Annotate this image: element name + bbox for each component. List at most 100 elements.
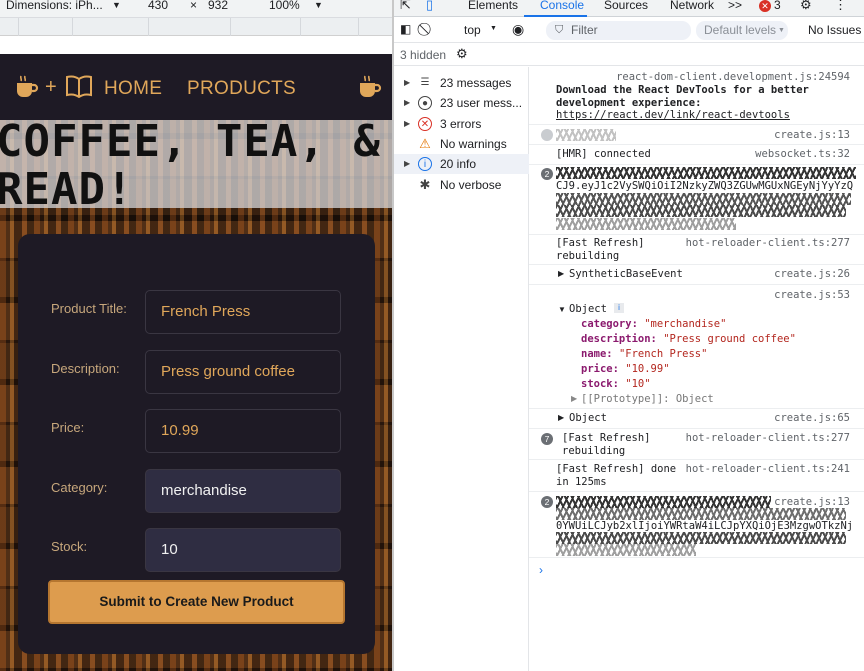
sidebar-item-verbose[interactable]: ✱ No verbose (394, 175, 529, 195)
info-icon[interactable]: i (614, 303, 624, 313)
repeat-badge (541, 129, 553, 141)
sidebar-item-user-messages[interactable]: ▶ ● 23 user mess... (394, 93, 529, 113)
expand-arrow-icon[interactable]: ▶ (558, 412, 564, 425)
console-message: [Fast Refresh] rebuilding hot-reloader-c… (529, 235, 864, 265)
more-options-icon[interactable]: ⋮ (834, 0, 847, 13)
sidebar-item-errors[interactable]: ▶ ✕ 3 errors (394, 114, 529, 134)
eye-icon[interactable]: ◉ (512, 21, 524, 38)
source-link[interactable]: create.js:13 (774, 129, 850, 142)
console-message: [HMR] connected websocket.ts:32 (529, 145, 864, 165)
error-icon: ✕ (418, 117, 432, 131)
devtools-tabbar: ⇱ ▯ Elements Console Sources Network >> … (394, 0, 864, 17)
price-input[interactable]: 10.99 (145, 409, 341, 453)
react-devtools-link[interactable]: https://react.dev/link/react-devtools (556, 109, 790, 122)
sidebar-item-messages[interactable]: ▶ ☰ 23 messages (394, 73, 529, 93)
console-message: [Fast Refresh] done in 125ms hot-reloade… (529, 460, 864, 492)
device-toggle-icon[interactable]: ▯ (426, 0, 433, 13)
error-count[interactable]: 3 (774, 0, 781, 12)
tab-console[interactable]: Console (540, 0, 584, 12)
chevron-down-icon[interactable]: ▼ (490, 25, 497, 32)
expand-arrow-icon[interactable]: ▶ (558, 268, 564, 281)
source-link[interactable]: create.js:65 (774, 412, 850, 425)
source-link[interactable]: create.js:13 (774, 496, 850, 509)
repeat-badge: 7 (541, 433, 553, 445)
source-link[interactable]: hot-reloader-client.ts:277 (686, 237, 850, 250)
redacted-text (556, 218, 736, 230)
redacted-text (556, 193, 851, 205)
console-message[interactable]: ▶ SyntheticBaseEvent create.js:26 (529, 265, 864, 285)
error-icon[interactable]: ✕ (759, 0, 771, 12)
coffee-cup-icon[interactable] (358, 74, 382, 100)
source-link[interactable]: create.js:53 (774, 289, 850, 302)
chevron-down-icon[interactable]: ▼ (314, 0, 323, 10)
bug-icon: ✱ (419, 177, 431, 192)
source-link[interactable]: websocket.ts:32 (755, 148, 850, 161)
console-message: 2 create.js:13 0YWUiLCJyb2xlIjoiYWRtaW4i… (529, 492, 864, 558)
collapse-arrow-icon[interactable]: ▼ (558, 304, 566, 317)
levels-select[interactable]: Default levels ▼ (696, 21, 788, 40)
source-link[interactable]: react-dom-client.development.js:24594 (616, 71, 850, 84)
repeat-badge: 2 (541, 168, 553, 180)
more-tabs-button[interactable]: >> (728, 0, 742, 12)
console-message: create.js:13 (529, 125, 864, 145)
info-icon: i (418, 157, 432, 171)
hidden-count: 3 hidden (400, 48, 447, 62)
console-prompt-icon[interactable]: › (539, 564, 543, 577)
submit-button[interactable]: Submit to Create New Product (48, 580, 345, 624)
product-title-input[interactable]: French Press (145, 290, 341, 334)
console-toolbar: ◧ ⃠ top ▼ ◉ ⛉ Filter Default levels ▼ No… (394, 18, 864, 43)
stock-label: Stock: (51, 539, 88, 554)
redacted-text (556, 532, 846, 544)
category-input[interactable]: merchandise (145, 469, 341, 513)
sidebar-item-info[interactable]: ▶ i 20 info (394, 154, 529, 174)
zoom-select[interactable]: 100% (269, 0, 300, 12)
context-select[interactable]: top (464, 23, 481, 37)
console-object-expanded: create.js:53 ▼ Object i category: "merch… (529, 285, 864, 409)
source-link[interactable]: hot-reloader-client.ts:277 (686, 432, 850, 445)
repeat-badge: 2 (541, 496, 553, 508)
dimensions-select[interactable]: Dimensions: iPh... (6, 0, 103, 12)
tab-elements[interactable]: Elements (468, 0, 518, 12)
category-label: Category: (51, 480, 108, 495)
source-link[interactable]: create.js:26 (774, 268, 850, 281)
redacted-text (556, 167, 856, 179)
ruler (0, 17, 392, 36)
console-sidebar: ▶ ☰ 23 messages ▶ ● 23 user mess... ▶ ✕ 3 e… (394, 67, 529, 671)
device-toolbar: Dimensions: iPh... ▼ 430 × 932 100% ▼ (0, 0, 392, 36)
warning-icon: ⚠ (419, 136, 431, 151)
width-input[interactable]: 430 (148, 0, 168, 12)
console-message[interactable]: ▶ Object create.js:65 (529, 409, 864, 429)
devtools-panel: ⇱ ▯ Elements Console Sources Network >> … (394, 0, 864, 671)
nav-products-link[interactable]: PRODUCTS (187, 78, 296, 100)
filter-input[interactable]: ⛉ Filter (546, 21, 691, 40)
coffee-cup-icon[interactable] (14, 74, 40, 100)
gear-icon[interactable]: ⚙ (456, 46, 468, 62)
nav-home-link[interactable]: HOME (104, 78, 162, 100)
tab-network[interactable]: Network (670, 0, 714, 12)
user-icon: ● (418, 96, 432, 110)
description-input[interactable]: Press ground coffee (145, 350, 341, 394)
sidebar-item-warnings[interactable]: ⚠ No warnings (394, 134, 529, 154)
navbar: + HOME PRODUCTS (0, 54, 392, 120)
redacted-text (556, 544, 696, 556)
app-viewport: + HOME PRODUCTS COFFEE, TEA, & READ! Pro… (0, 36, 392, 671)
gear-icon[interactable]: ⚙ (800, 0, 812, 13)
hero-banner: COFFEE, TEA, & READ! (0, 118, 392, 214)
console-message: react-dom-client.development.js:24594 Do… (529, 67, 864, 125)
product-title-label: Product Title: (51, 301, 127, 316)
stock-input[interactable]: 10 (145, 528, 341, 572)
chevron-down-icon[interactable]: ▼ (112, 0, 121, 10)
expand-arrow-icon[interactable]: ▶ (571, 393, 577, 406)
height-input[interactable]: 932 (208, 0, 228, 12)
console-log: react-dom-client.development.js:24594 Do… (529, 67, 864, 671)
issues-button[interactable]: No Issues (808, 23, 861, 37)
tab-sources[interactable]: Sources (604, 0, 648, 12)
source-link[interactable]: hot-reloader-client.ts:241 (686, 463, 850, 476)
hidden-bar: 3 hidden ⚙ (394, 44, 864, 66)
redacted-text (556, 508, 846, 520)
sidebar-toggle-icon[interactable]: ◧ (400, 22, 411, 36)
inspect-icon[interactable]: ⇱ (400, 0, 411, 13)
open-book-icon[interactable] (65, 74, 93, 98)
description-label: Description: (51, 361, 120, 376)
filter-icon: ⛉ (555, 24, 564, 36)
